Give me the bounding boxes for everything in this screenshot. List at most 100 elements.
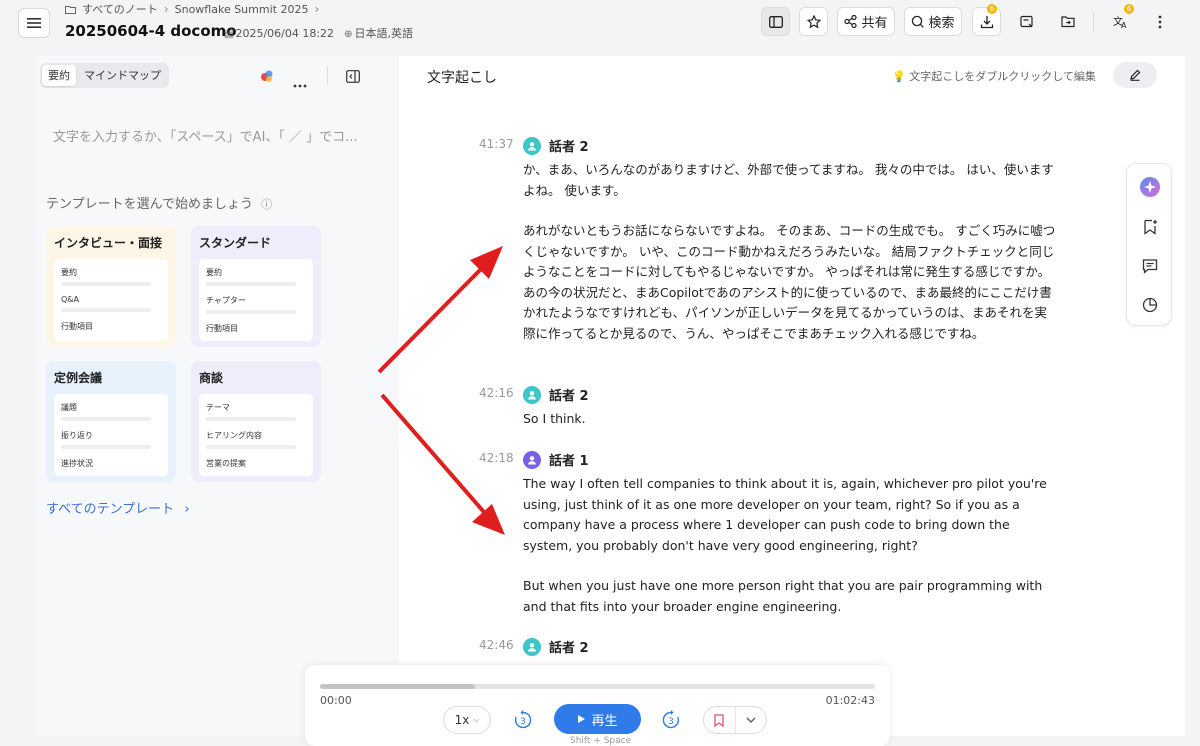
playback-speed-select[interactable]: 1x ⌵ (443, 706, 491, 734)
template-card-sales[interactable]: 商談 テーマ ヒアリング内容 営業の提案 (191, 361, 321, 482)
bookmark-options-button[interactable] (736, 707, 767, 733)
template-row: 振り返り (61, 431, 93, 440)
more-horizontal-icon[interactable] (293, 73, 307, 92)
template-row: 行動項目 (206, 324, 238, 333)
template-card-interview[interactable]: インタビュー・面接 要約 Q&A 行動項目 (46, 226, 176, 347)
segment-text[interactable]: か、まあ、いろんなのがありますけど、外部で使ってますね。 我々の中では。 はい、… (523, 160, 1058, 364)
play-button[interactable]: 再生 (554, 704, 641, 734)
search-button[interactable]: 検索 (904, 7, 962, 36)
template-row: テーマ (206, 403, 230, 412)
export-button[interactable] (1012, 7, 1041, 36)
edit-hint: 💡 文字起こしをダブルクリックして編集 (892, 68, 1096, 84)
template-row: Q&A (61, 295, 80, 304)
skip-forward-icon[interactable]: 3 (660, 709, 682, 731)
template-preview: 要約 チャプター 行動項目 (199, 259, 313, 341)
toggle-panel-button[interactable] (761, 7, 790, 36)
segment-timestamp[interactable]: 41:37 (479, 137, 514, 151)
audio-player: 00:00 01:02:43 1x ⌵ 3 再生 Shift + Space 3 (305, 665, 890, 746)
ai-model-icon[interactable] (260, 68, 274, 87)
star-icon (806, 14, 821, 28)
collapse-panel-icon[interactable] (346, 68, 360, 87)
svg-text:A: A (1121, 21, 1127, 29)
summary-editor-placeholder[interactable]: 文字を入力するか、「スペース」でAI、「 ／ 」でコ... (53, 126, 358, 145)
avatar (523, 450, 541, 469)
segment-timestamp[interactable]: 42:18 (479, 451, 514, 465)
translate-icon: 文A (1113, 15, 1127, 29)
pie-chart-icon[interactable] (1139, 294, 1161, 316)
play-label: 再生 (591, 713, 618, 729)
template-preview: テーマ ヒアリング内容 営業の提案 (199, 394, 313, 476)
page-title[interactable]: 20250604-4 docomo (65, 22, 237, 40)
segment-timestamp[interactable]: 42:16 (479, 386, 514, 400)
breadcrumb-all-notes[interactable]: すべてのノート (82, 1, 158, 17)
summary-tabs: 要約 マインドマップ (40, 63, 169, 88)
note-language[interactable]: 日本語,英語 (354, 27, 413, 40)
all-templates-link[interactable]: すべてのテンプレート › (46, 498, 190, 517)
tab-summary[interactable]: 要約 (42, 65, 76, 86)
avatar (523, 637, 541, 656)
tab-mindmap[interactable]: マインドマップ (78, 65, 167, 86)
note-meta: ▤ 2025/06/04 18:22 ⊕ 日本語,英語 (224, 25, 413, 41)
search-icon (912, 15, 925, 28)
speaker-label[interactable]: 話者 2 (523, 136, 589, 155)
comment-icon[interactable] (1139, 255, 1161, 277)
export-doc-icon (1019, 15, 1033, 27)
segment-text[interactable]: So I think. (523, 409, 1058, 450)
download-button[interactable]: 6 (972, 4, 1001, 36)
lightbulb-icon: 💡 (892, 70, 906, 83)
bookmark-group (703, 706, 767, 734)
segment-paragraph: So I think. (523, 411, 586, 426)
more-vertical-icon (1158, 15, 1162, 28)
menu-button[interactable] (18, 8, 50, 38)
speaker-label[interactable]: 話者 1 (523, 450, 589, 469)
speaker-label[interactable]: 話者 2 (523, 637, 589, 656)
bookmark-add-icon[interactable] (1139, 216, 1161, 238)
globe-icon: ⊕ (344, 29, 353, 40)
template-row: 要約 (206, 268, 222, 277)
speaker-name: 話者 2 (549, 140, 589, 155)
speaker-label[interactable]: 話者 2 (523, 385, 589, 404)
segment-text[interactable]: The way I often tell companies to think … (523, 474, 1058, 637)
info-icon[interactable]: ⓘ (261, 198, 272, 211)
template-row: 議題 (61, 403, 77, 412)
calendar-icon: ▤ (224, 28, 234, 40)
template-card-standard[interactable]: スタンダード 要約 チャプター 行動項目 (191, 226, 321, 347)
template-title: 定例会議 (54, 371, 103, 385)
hamburger-icon (27, 18, 41, 28)
chevron-right-icon: › (163, 2, 169, 16)
template-title: スタンダード (199, 236, 272, 250)
note-date: 2025/06/04 18:22 (235, 26, 335, 40)
chevron-down-icon: ⌵ (473, 715, 480, 724)
template-row: ヒアリング内容 (206, 431, 262, 440)
chevron-right-icon: › (184, 502, 190, 517)
side-toolbar (1126, 163, 1172, 326)
template-row: 要約 (61, 268, 77, 277)
more-options-button[interactable] (1147, 7, 1173, 36)
play-shortcut: Shift + Space (570, 736, 632, 746)
share-icon (844, 15, 858, 28)
folder-icon (65, 5, 76, 14)
ai-assistant-icon[interactable] (1139, 176, 1161, 198)
favorite-button[interactable] (799, 7, 828, 36)
all-templates-label: すべてのテンプレート (46, 502, 175, 517)
bookmark-button[interactable] (704, 707, 736, 733)
edit-button[interactable] (1113, 62, 1157, 88)
total-time: 01:02:43 (825, 694, 875, 707)
panel-title: 文字起こし (427, 70, 497, 86)
skip-forward-seconds: 3 (668, 717, 674, 727)
share-button[interactable]: 共有 (837, 7, 895, 36)
segment-paragraph: The way I often tell companies to think … (523, 476, 1047, 553)
segment-timestamp[interactable]: 42:46 (479, 638, 514, 652)
template-card-regular-meeting[interactable]: 定例会議 議題 振り返り 進捗状況 (46, 361, 176, 482)
move-folder-button[interactable] (1053, 7, 1082, 36)
template-preview: 議題 振り返り 進捗状況 (54, 394, 168, 476)
breadcrumb-folder[interactable]: Snowflake Summit 2025 (175, 3, 309, 16)
skip-back-icon[interactable]: 3 (512, 709, 534, 731)
progress-fill (320, 684, 476, 689)
translate-button[interactable]: 文A 6 (1106, 4, 1135, 36)
template-heading-text: テンプレートを選んで始めましょう (46, 197, 253, 212)
progress-track[interactable] (320, 684, 875, 689)
segment-paragraph: あれがないともうお話にならないですよね。 そのまあ、コードの生成でも。 すごく巧… (523, 223, 1056, 341)
breadcrumb: すべてのノート › Snowflake Summit 2025 › (65, 1, 319, 17)
pencil-icon (1130, 69, 1141, 81)
